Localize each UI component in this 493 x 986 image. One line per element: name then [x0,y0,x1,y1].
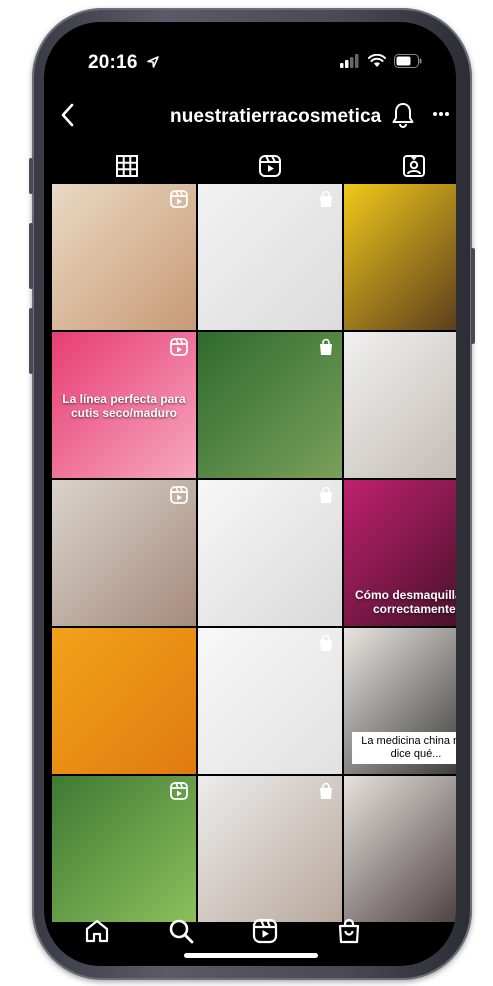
post-thumbnail[interactable]: La línea perfecta para cutis seco/maduro [52,332,196,478]
search-icon[interactable] [168,918,194,944]
bottom-navigation [44,906,456,966]
volume-down-button [29,308,33,374]
post-overlay-text: La medicina china nos dice qué... [352,732,456,764]
post-thumbnail[interactable] [52,776,196,922]
location-arrow-icon [147,56,159,68]
shop-badge-icon [320,486,332,503]
post-thumbnail[interactable] [52,480,196,626]
post-thumbnail[interactable] [198,184,342,330]
reel-badge [170,338,188,361]
bell-icon[interactable] [392,102,414,128]
reel-badge-icon [170,190,188,208]
shop-badge [318,486,334,509]
shop-badge [318,782,334,805]
volume-up-button [29,223,33,289]
post-thumbnail[interactable] [344,332,456,478]
grid-icon[interactable] [115,154,139,178]
post-thumbnail[interactable]: La medicina china nos dice qué... [344,628,456,774]
shop-badge [318,190,334,213]
phone-screen: 20:16 nuestratierracosmetica La línea pe… [44,22,456,966]
mute-switch [29,158,33,194]
post-thumbnail[interactable] [52,184,196,330]
signal-icon [340,54,359,68]
reel-badge-icon [170,782,188,800]
reel-badge [170,782,188,805]
post-thumbnail[interactable] [52,628,196,774]
shop-badge-icon [320,634,332,651]
home-indicator [184,953,318,958]
profile-username: nuestratierracosmetica [170,106,382,127]
reels-tab-icon[interactable] [258,154,282,178]
reel-badge-icon [170,486,188,504]
reel-badge-icon [170,338,188,356]
status-time: 20:16 [88,52,160,74]
shop-badge [318,338,334,361]
shop-badge [318,634,334,657]
shop-badge-icon [320,338,332,355]
profile-tabs [44,148,456,188]
shop-badge-icon [320,782,332,799]
battery-icon [394,54,422,68]
post-thumbnail[interactable] [198,332,342,478]
post-thumbnail[interactable] [198,628,342,774]
post-overlay-text: La línea perfecta para cutis seco/maduro [62,392,186,420]
shop-badge-icon [320,190,332,207]
post-thumbnail[interactable] [344,776,456,922]
power-button [471,248,475,344]
status-icons [340,54,422,68]
post-thumbnail[interactable]: Cómo desmaquillarte correctamente. [344,480,456,626]
posts-grid: La línea perfecta para cutis seco/maduro… [52,184,456,922]
post-thumbnail[interactable] [198,776,342,922]
status-bar: 20:16 [44,52,456,76]
home-icon[interactable] [84,918,110,944]
wifi-icon [368,54,386,67]
post-thumbnail[interactable] [198,480,342,626]
reel-badge [170,190,188,213]
more-options-icon[interactable] [432,100,450,126]
time-text: 20:16 [88,52,138,73]
post-thumbnail[interactable] [344,184,456,330]
tagged-icon[interactable] [402,154,426,178]
shop-icon[interactable] [336,918,362,944]
reel-badge [170,486,188,509]
profile-header: nuestratierracosmetica [44,100,456,140]
reels-icon[interactable] [252,918,278,944]
back-arrow-icon[interactable] [60,102,76,128]
post-overlay-text: Cómo desmaquillarte correctamente. [354,588,456,616]
